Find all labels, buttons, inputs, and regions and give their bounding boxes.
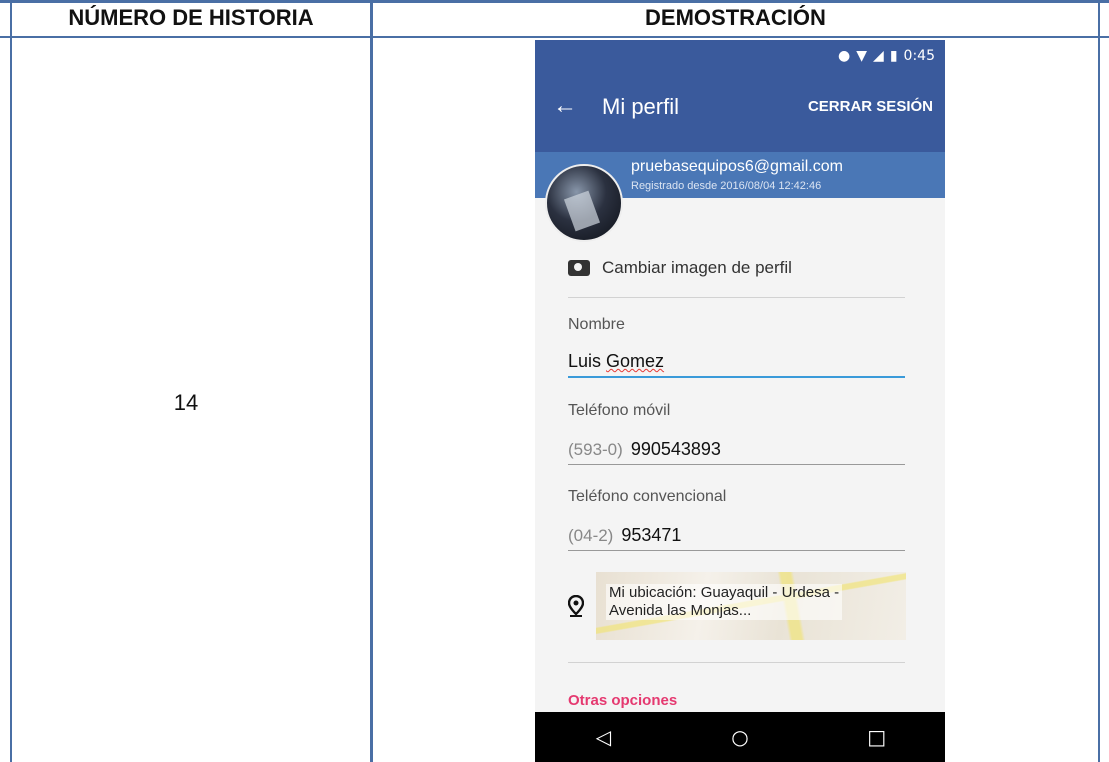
- mobile-label: Teléfono móvil: [568, 402, 671, 419]
- signal-icon: ◢: [873, 48, 884, 64]
- registered-since: Registrado desde 2016/08/04 12:42:46: [631, 180, 822, 192]
- mobile-field[interactable]: (593-0) 990543893: [568, 433, 905, 465]
- phone-screenshot: ● ▼ ◢ ▮ 0:45 ← Mi perfil CERRAR SESIÓN p…: [535, 40, 945, 762]
- android-nav-bar: ◁ ○ □: [535, 712, 945, 762]
- location-status-icon: ●: [838, 48, 851, 64]
- change-image-label: Cambiar imagen de perfil: [602, 258, 792, 277]
- status-time: 0:45: [903, 48, 935, 64]
- divider: [568, 662, 905, 663]
- location-row[interactable]: Mi ubicación: Guayaquil - Urdesa - Aveni…: [568, 572, 906, 640]
- landline-label: Teléfono convencional: [568, 488, 727, 505]
- nav-back-icon[interactable]: ◁: [583, 725, 623, 749]
- location-map[interactable]: Mi ubicación: Guayaquil - Urdesa - Aveni…: [596, 572, 906, 640]
- landline-field[interactable]: (04-2) 953471: [568, 519, 905, 551]
- name-last: Gomez: [606, 351, 665, 371]
- page-title: Mi perfil: [602, 94, 680, 119]
- location-text[interactable]: Mi ubicación: Guayaquil - Urdesa - Aveni…: [606, 584, 843, 620]
- header-story-number: NÚMERO DE HISTORIA: [68, 5, 314, 30]
- header-demonstration: DEMOSTRACIÓN: [645, 5, 826, 30]
- table-border-left: [10, 0, 12, 762]
- other-options-heading: Otras opciones: [568, 692, 678, 709]
- back-arrow-icon[interactable]: ←: [553, 92, 577, 120]
- user-email: pruebasequipos6@gmail.com: [631, 158, 843, 175]
- status-icons: ● ▼ ◢ ▮ 0:45: [838, 48, 935, 64]
- name-label: Nombre: [568, 316, 625, 333]
- app-bar: ← Mi perfil CERRAR SESIÓN: [535, 74, 945, 152]
- logout-button[interactable]: CERRAR SESIÓN: [808, 98, 933, 115]
- landline-prefix: (04-2): [568, 526, 614, 545]
- battery-icon: ▮: [889, 48, 898, 64]
- mobile-prefix: (593-0): [568, 440, 623, 459]
- location-line-2: Avenida las Monjas...: [609, 602, 752, 619]
- change-image-button[interactable]: Cambiar imagen de perfil: [568, 258, 792, 278]
- mobile-value: 990543893: [630, 439, 721, 459]
- divider: [568, 297, 905, 298]
- table-column-divider: [370, 0, 373, 762]
- wifi-icon: ▼: [856, 48, 868, 64]
- name-first: Luis: [568, 351, 607, 371]
- camera-icon: [568, 260, 590, 276]
- name-field[interactable]: Luis Gomez: [568, 346, 905, 378]
- nav-home-icon[interactable]: ○: [720, 725, 760, 749]
- landline-value: 953471: [621, 525, 682, 545]
- location-pin-icon: [568, 595, 584, 617]
- nav-recents-icon[interactable]: □: [857, 725, 897, 749]
- location-line-1: Mi ubicación: Guayaquil - Urdesa -: [609, 584, 840, 601]
- story-number: 14: [173, 390, 199, 415]
- table-header-divider: [0, 36, 1109, 38]
- avatar[interactable]: [545, 164, 623, 242]
- status-bar: ● ▼ ◢ ▮ 0:45: [535, 40, 945, 74]
- table-border-right: [1098, 0, 1100, 762]
